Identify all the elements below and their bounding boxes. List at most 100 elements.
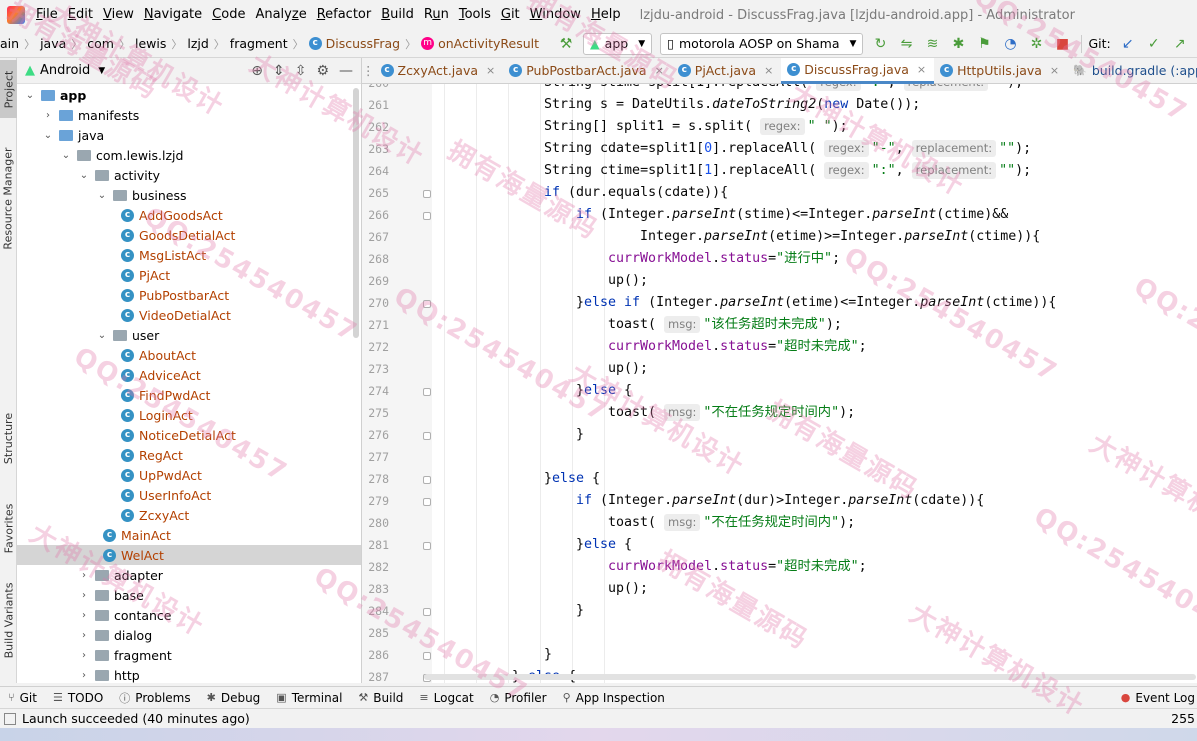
locate-icon[interactable]: ⊕ [251,63,263,79]
tree-item-loginact[interactable]: c LoginAct [17,405,361,425]
breadcrumb-item[interactable]: com [87,36,114,51]
menu-build[interactable]: Build [376,0,419,30]
tab-discussfrag-java[interactable]: c DiscussFrag.java × [781,57,935,84]
build-variants-tool-tab[interactable]: Build Variants [0,578,17,663]
code-line[interactable]: String s = DateUtils.dateToString2(new D… [544,94,920,116]
attach-debugger-icon[interactable]: ✲ [1025,33,1047,55]
profile-icon[interactable]: ◔ [999,33,1021,55]
close-tab-icon[interactable]: × [764,64,773,77]
tree-item-user[interactable]: ⌄ user [17,325,361,345]
structure-tool-tab[interactable]: Structure [0,403,17,473]
fold-marker-icon[interactable] [423,212,431,220]
fold-marker-icon[interactable] [423,300,431,308]
favorites-tool-tab[interactable]: Favorites [0,493,17,563]
tree-item-contance[interactable]: › contance [17,605,361,625]
project-view-select[interactable]: Android [40,63,90,78]
fold-marker-icon[interactable] [423,388,431,396]
collapse-all-icon[interactable]: ⇳ [295,63,307,79]
breadcrumb-item[interactable]: ain [0,36,19,51]
code-line[interactable]: }else { [576,380,632,402]
code-line[interactable]: currWorkModel.status="超时未完成"; [608,556,867,578]
fold-marker-icon[interactable] [423,498,431,506]
code-line[interactable]: if (dur.equals(cdate)){ [544,182,728,204]
fold-marker-icon[interactable] [423,476,431,484]
code-line[interactable]: } [576,424,584,446]
tree-item-goodsdetialact[interactable]: c GoodsDetialAct [17,225,361,245]
tree-item-http[interactable]: › http [17,665,361,685]
tool-window-debug[interactable]: ✱ Debug [199,691,269,705]
chevron-down-icon[interactable]: ⌄ [41,130,55,141]
tab-pjact-java[interactable]: c PjAct.java × [672,58,782,84]
breadcrumb-item[interactable]: m onActivityResult [421,36,539,51]
chevron-down-icon[interactable]: ⌄ [95,190,109,201]
tree-item-uppwdact[interactable]: c UpPwdAct [17,465,361,485]
tree-item-regact[interactable]: c RegAct [17,445,361,465]
run-icon[interactable]: ≋ [921,33,943,55]
run-config-select[interactable]: ▲ app ▼ [583,32,653,55]
close-tab-icon[interactable]: × [1050,64,1059,77]
apply-code-changes-icon[interactable]: ⇋ [895,33,917,55]
expand-all-icon[interactable]: ⇕ [273,63,285,79]
chevron-down-icon[interactable]: ⌄ [95,330,109,341]
code-line[interactable]: }else { [576,534,632,556]
chevron-right-icon[interactable]: › [77,610,91,621]
code-line[interactable]: if (Integer.parseInt(dur)>Integer.parseI… [576,490,984,512]
fold-marker-icon[interactable] [423,542,431,550]
tab-list-icon[interactable]: ⋮ [362,63,375,78]
tree-item-pubpostbaract[interactable]: c PubPostbarAct [17,285,361,305]
code-line[interactable]: String ctime=split1[1].replaceAll( regex… [544,160,1031,182]
tree-item-aboutact[interactable]: c AboutAct [17,345,361,365]
tree-item-findpwdact[interactable]: c FindPwdAct [17,385,361,405]
breadcrumb-item[interactable]: java [40,36,66,51]
tool-window-logcat[interactable]: ≡ Logcat [411,691,481,705]
tree-item-addgoodsact[interactable]: c AddGoodsAct [17,205,361,225]
git-push-icon[interactable]: ↗ [1169,33,1191,55]
code-line[interactable]: String cdate=split1[0].replaceAll( regex… [544,138,1031,160]
menu-code[interactable]: Code [207,0,250,30]
debug-icon[interactable]: ✱ [947,33,969,55]
tree-item-activity[interactable]: ⌄ activity [17,165,361,185]
breadcrumb-item[interactable]: lewis [135,36,166,51]
tool-window-build[interactable]: ⚒ Build [350,691,411,705]
code-line[interactable]: up(); [608,358,648,380]
status-message[interactable]: Launch succeeded (40 minutes ago) [22,711,250,726]
resource-manager-tool-tab[interactable]: Resource Manager [0,138,17,258]
breadcrumb-item[interactable]: lzjd [187,36,208,51]
tree-item-noticedetialact[interactable]: c NoticeDetialAct [17,425,361,445]
tree-item-base[interactable]: › base [17,585,361,605]
project-tool-tab[interactable]: Project [0,60,17,118]
code-line[interactable]: } [544,644,552,666]
chevron-right-icon[interactable]: › [77,650,91,661]
fold-marker-icon[interactable] [423,190,431,198]
editor-horizontal-scrollbar[interactable] [424,674,1196,680]
git-update-icon[interactable]: ↙ [1117,33,1139,55]
coverage-icon[interactable]: ⚑ [973,33,995,55]
menu-tools[interactable]: Tools [454,0,496,30]
close-tab-icon[interactable]: × [917,63,926,76]
tree-item-mainact[interactable]: c MainAct [17,525,361,545]
fold-marker-icon[interactable] [423,432,431,440]
tree-item-com-lewis-lzjd[interactable]: ⌄ com.lewis.lzjd [17,145,361,165]
git-commit-icon[interactable]: ✓ [1143,33,1165,55]
menu-navigate[interactable]: Navigate [139,0,207,30]
menu-window[interactable]: Window [525,0,586,30]
tree-item-videodetialact[interactable]: c VideoDetialAct [17,305,361,325]
fold-marker-icon[interactable] [423,608,431,616]
close-tab-icon[interactable]: × [655,64,664,77]
tree-item-manifests[interactable]: › manifests [17,105,361,125]
code-line[interactable]: toast( msg: "不在任务规定时间内"); [608,402,855,424]
device-select[interactable]: ▯ motorola AOSP on Shama ▼ [660,32,864,55]
tab-pubpostbaract-java[interactable]: c PubPostbarAct.java × [503,58,672,84]
code-line[interactable]: }else if (Integer.parseInt(etime)<=Integ… [576,292,1056,314]
menu-edit[interactable]: Edit [63,0,98,30]
menu-analyze[interactable]: Analyze [250,0,311,30]
tree-item-zcxyact[interactable]: c ZcxyAct [17,505,361,525]
tab-httputils-java[interactable]: c HttpUtils.java × [934,58,1067,84]
tree-item-adviceact[interactable]: c AdviceAct [17,365,361,385]
tree-item-dialog[interactable]: › dialog [17,625,361,645]
code-line[interactable]: String stime=split[1].replaceAll( regex:… [544,84,1023,94]
tree-item-fragment[interactable]: › fragment [17,645,361,665]
code-editor[interactable]: 260 261 262 263 264 265 266 267 268 269 270 271 272 2… [362,84,1197,683]
code-line[interactable]: if (Integer.parseInt(stime)<=Integer.par… [576,204,1008,226]
code-line[interactable]: toast( msg: "该任务超时未完成"); [608,314,842,336]
